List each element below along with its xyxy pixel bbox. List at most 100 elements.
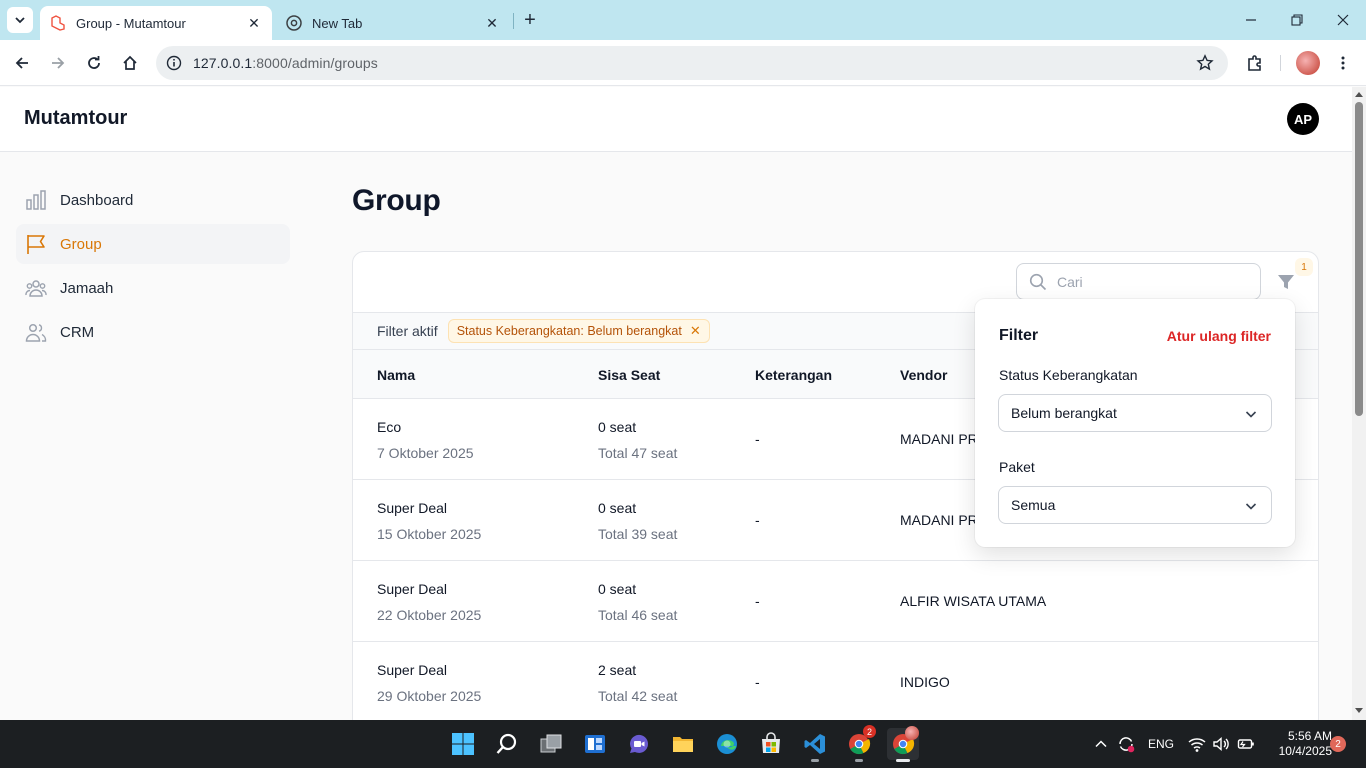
bookmark-star-icon[interactable] <box>1196 54 1214 72</box>
widgets-button[interactable] <box>579 728 611 760</box>
chrome-notification-badge: 2 <box>863 725 876 738</box>
group-vendor: ALFIR WISATA UTAMA <box>900 593 1047 609</box>
start-button[interactable] <box>447 728 479 760</box>
new-tab-button[interactable]: + <box>520 9 540 31</box>
filter-panel: Filter Atur ulang filter Status Keberang… <box>975 299 1295 547</box>
status-filter-select[interactable]: Belum berangkat <box>998 394 1272 432</box>
battery-icon[interactable] <box>1236 720 1256 768</box>
scroll-down-arrow-icon[interactable] <box>1354 707 1364 715</box>
chrome-taskbar-button[interactable]: 2 <box>843 725 876 762</box>
url-text: 127.0.0.1:8000/admin/groups <box>193 55 378 71</box>
teams-chat-button[interactable] <box>623 728 655 760</box>
users-icon <box>24 320 48 344</box>
volume-icon[interactable] <box>1211 720 1231 768</box>
sync-status-icon[interactable] <box>1116 720 1136 768</box>
clock-time: 5:56 AM <box>1287 729 1332 743</box>
microsoft-store-button[interactable] <box>755 728 787 760</box>
notification-count-badge[interactable]: 2 <box>1330 736 1346 752</box>
column-header-sisa-seat[interactable]: Sisa Seat <box>598 367 660 383</box>
active-indicator <box>896 759 910 762</box>
address-bar[interactable]: 127.0.0.1:8000/admin/groups <box>156 46 1228 80</box>
edge-button[interactable] <box>711 728 743 760</box>
extensions-button[interactable] <box>1242 50 1268 76</box>
group-date: 22 Oktober 2025 <box>377 607 482 623</box>
sidebar-item-crm[interactable]: CRM <box>16 312 290 352</box>
sidebar-item-dashboard[interactable]: Dashboard <box>16 180 290 220</box>
group-date: 15 Oktober 2025 <box>377 526 482 542</box>
minimize-icon <box>1246 19 1256 21</box>
close-tab-icon[interactable]: ✕ <box>246 15 262 31</box>
browser-tab-strip: Group - Mutamtour ✕ New Tab ✕ + <box>0 0 1366 40</box>
scrollbar-thumb[interactable] <box>1355 102 1363 416</box>
total-seat: Total 39 seat <box>598 526 678 542</box>
remaining-seat: 0 seat <box>598 419 637 435</box>
browser-menu-button[interactable] <box>1330 50 1356 76</box>
reload-icon <box>88 56 100 69</box>
page-title: Group <box>352 184 441 217</box>
chip-label: Status Keberangkatan: Belum berangkat <box>456 324 682 338</box>
table-row[interactable]: Super Deal 29 Oktober 2025 2 seat Total … <box>353 642 1318 723</box>
sidebar-item-jamaah[interactable]: Jamaah <box>16 268 290 308</box>
running-indicator <box>855 759 863 762</box>
chrome-profile-taskbar-button[interactable] <box>887 726 919 762</box>
laravel-icon <box>50 15 66 31</box>
package-filter-select[interactable]: Semua <box>998 486 1272 524</box>
group-date: 7 Oktober 2025 <box>377 445 474 461</box>
task-view-icon <box>540 734 562 753</box>
sidebar-item-group[interactable]: Group <box>16 224 290 264</box>
restore-icon <box>1291 14 1303 26</box>
scroll-up-arrow-icon[interactable] <box>1354 90 1364 98</box>
taskbar-search-button[interactable] <box>491 728 523 760</box>
total-seat: Total 46 seat <box>598 607 678 623</box>
minimize-button[interactable] <box>1228 0 1274 40</box>
group-vendor: MADANI PR <box>900 431 978 447</box>
puzzle-icon <box>1248 55 1261 71</box>
search-field[interactable] <box>1016 263 1261 300</box>
flag-icon <box>24 232 48 256</box>
restore-button[interactable] <box>1274 0 1320 40</box>
language-indicator[interactable]: ENG <box>1148 720 1174 768</box>
search-icon <box>496 733 517 754</box>
vscode-button[interactable] <box>799 728 831 762</box>
site-info-icon[interactable] <box>166 55 182 71</box>
user-group-icon <box>24 276 48 300</box>
remove-filter-icon[interactable]: ✕ <box>690 323 701 339</box>
status-filter-label: Status Keberangkatan <box>999 367 1138 383</box>
column-header-nama[interactable]: Nama <box>377 367 415 383</box>
chevron-down-icon <box>1245 411 1257 418</box>
tab-group-mutamtour[interactable]: Group - Mutamtour ✕ <box>40 6 272 40</box>
close-icon <box>1337 14 1349 26</box>
group-note: - <box>755 512 760 528</box>
column-header-vendor[interactable]: Vendor <box>900 367 947 383</box>
funnel-icon <box>1278 275 1294 289</box>
group-name: Super Deal <box>377 500 448 516</box>
task-view-button[interactable] <box>535 728 567 760</box>
reset-filters-link[interactable]: Atur ulang filter <box>1167 328 1271 344</box>
close-tab-icon[interactable]: ✕ <box>484 15 500 31</box>
column-header-keterangan[interactable]: Keterangan <box>755 367 832 383</box>
user-avatar[interactable]: AP <box>1287 103 1319 135</box>
arrow-right-icon <box>52 57 65 69</box>
brand-logo[interactable]: Mutamtour <box>24 107 127 130</box>
profile-badge-avatar <box>905 726 919 740</box>
search-input[interactable] <box>1057 273 1247 290</box>
home-button[interactable] <box>117 50 143 76</box>
close-window-button[interactable] <box>1320 0 1366 40</box>
remaining-seat: 0 seat <box>598 581 637 597</box>
tab-search-button[interactable] <box>7 7 33 33</box>
show-hidden-icons-button[interactable] <box>1094 720 1108 768</box>
table-row[interactable]: Super Deal 22 Oktober 2025 0 seat Total … <box>353 561 1318 642</box>
profile-avatar[interactable] <box>1296 51 1320 75</box>
sidebar-nav: Dashboard Group Jamaah CRM <box>16 180 290 356</box>
reload-button[interactable] <box>81 50 107 76</box>
group-note: - <box>755 431 760 447</box>
system-clock[interactable]: 5:56 AM 10/4/2025 <box>1262 729 1332 759</box>
back-button[interactable] <box>9 50 35 76</box>
tab-new-tab[interactable]: New Tab ✕ <box>276 6 510 40</box>
tab-title: Group - Mutamtour <box>76 15 186 31</box>
wifi-icon[interactable] <box>1187 720 1207 768</box>
forward-button[interactable] <box>45 50 71 76</box>
file-explorer-button[interactable] <box>667 728 699 760</box>
clock-date: 10/4/2025 <box>1278 744 1332 758</box>
status-filter-value: Belum berangkat <box>1011 405 1117 421</box>
